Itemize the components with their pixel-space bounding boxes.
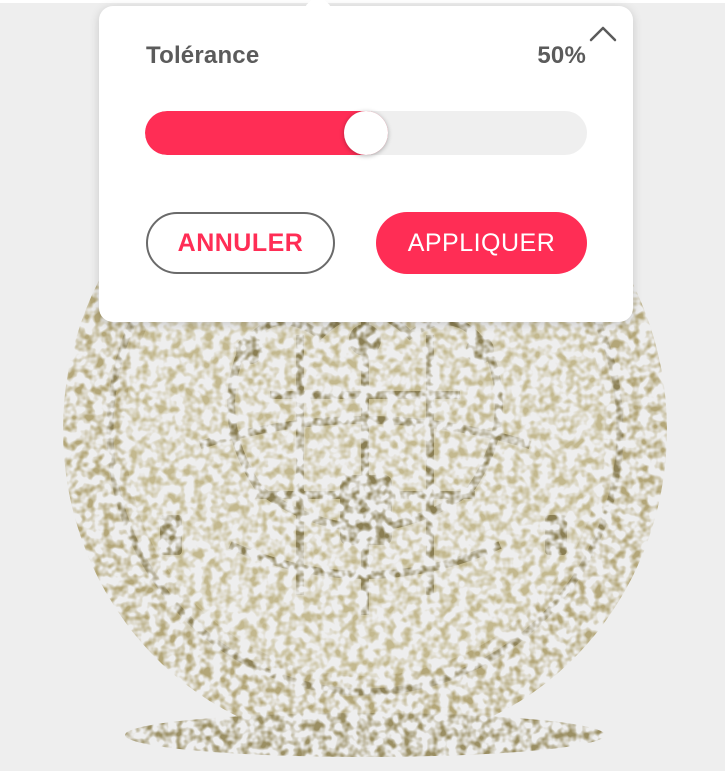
- tolerance-popover: Tolérance 50% ANNULER APPLIQUER: [99, 0, 633, 322]
- tolerance-slider[interactable]: [145, 111, 587, 155]
- collapse-button[interactable]: [587, 20, 619, 46]
- tolerance-label: Tolérance: [146, 42, 260, 69]
- tolerance-header: Tolérance 50%: [146, 42, 586, 70]
- chevron-up-icon: [589, 26, 617, 42]
- apply-button[interactable]: APPLIQUER: [376, 212, 587, 274]
- tolerance-value: 50%: [537, 42, 586, 69]
- slider-thumb[interactable]: [344, 111, 388, 155]
- cancel-button[interactable]: ANNULER: [146, 212, 335, 274]
- top-edge: [0, 0, 725, 3]
- popover-arrow: [305, 0, 331, 19]
